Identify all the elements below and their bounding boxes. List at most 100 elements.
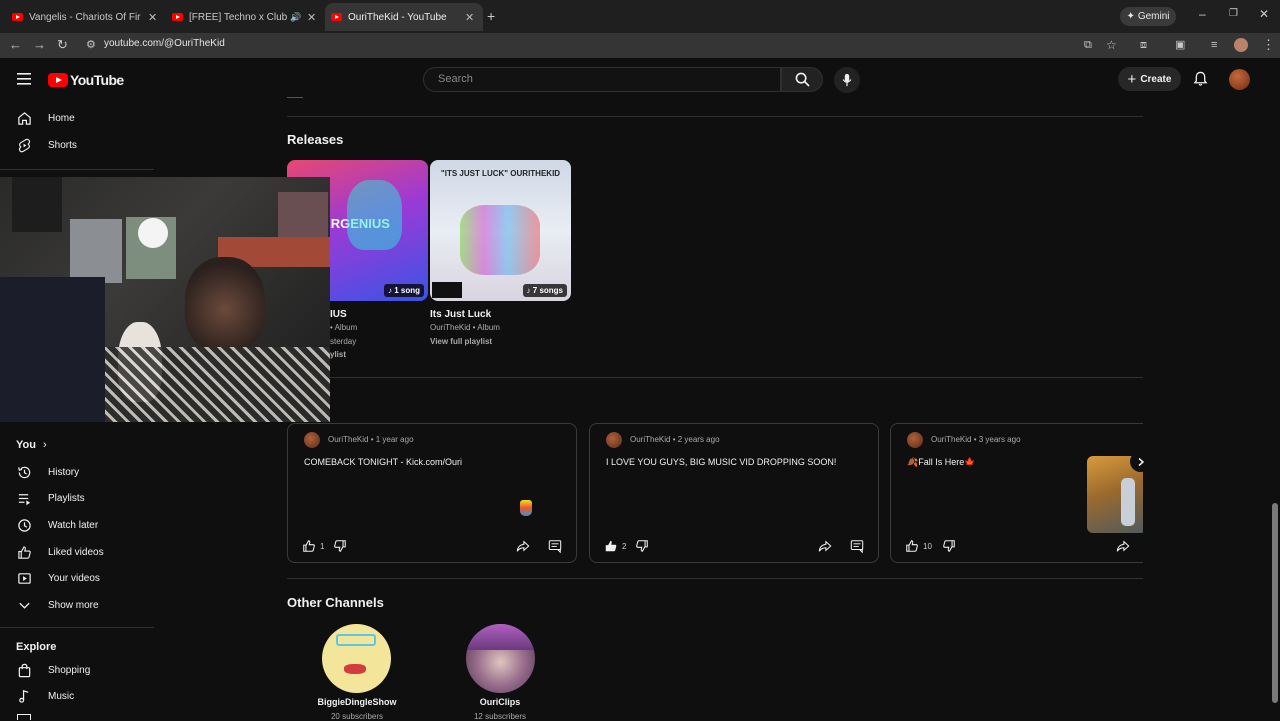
channel-avatar[interactable] [322,624,391,693]
sidebar-item-show-more[interactable]: Show more [0,592,154,618]
minimize-icon[interactable]: – [1199,7,1206,21]
notifications-bell-icon[interactable] [1193,71,1208,87]
sidebar-item-history[interactable]: History [0,459,154,485]
post-age[interactable]: 1 year ago [376,435,414,444]
dislike-button[interactable] [942,539,956,553]
sidebar-item-label: Playlists [48,492,85,504]
profile-avatar[interactable] [1234,38,1248,52]
post-author[interactable]: OuriTheKid [328,435,368,444]
post-text: I LOVE YOU GUYS, BIG MUSIC VID DROPPING … [606,457,837,467]
bookmark-star-icon[interactable]: ☆ [1106,37,1117,53]
close-tab-icon[interactable]: ✕ [307,11,316,24]
sidebar-item-your-videos[interactable]: Your videos [0,565,154,591]
tab-ourithekid[interactable]: OuriTheKid - YouTube ✕ [325,3,483,31]
forward-icon[interactable]: → [33,37,46,53]
hamburger-menu-icon[interactable] [17,73,31,85]
extensions-icon[interactable]: ⧈ [1140,37,1147,53]
search-input[interactable]: Search [423,67,781,92]
reload-icon[interactable]: ↻ [57,37,68,53]
maximize-icon[interactable]: ❐ [1229,8,1238,19]
tab-techno[interactable]: [FREE] Techno x Club x EDM 🔊 ✕ [172,5,322,29]
share-button[interactable] [818,539,832,553]
sidebar-item-label: History [48,466,80,478]
sidebar-item-playlists[interactable]: Playlists [0,485,154,511]
next-posts-button[interactable] [1130,451,1151,472]
close-tab-icon[interactable]: ✕ [465,11,474,24]
channel-avatar-mouth [344,664,366,674]
comment-button[interactable] [548,539,562,553]
share-icon [516,540,530,552]
address-bar[interactable]: youtube.com/@OuriTheKid [104,38,225,49]
sidebar-item-home[interactable]: Home [0,105,154,131]
shorts-icon [0,138,48,153]
author-avatar[interactable] [304,432,320,448]
webcam-poster [70,219,122,283]
close-tab-icon[interactable]: ✕ [148,11,157,24]
you-section-heading[interactable]: You › [16,439,47,451]
site-info-icon[interactable]: ⚙ [86,37,96,53]
sidebar-item-liked-videos[interactable]: Liked videos [0,539,154,565]
release-title[interactable]: Its Just Luck [430,309,491,320]
comment-button[interactable] [850,539,864,553]
gemini-button[interactable]: ✦ Gemini [1120,7,1176,26]
view-playlist-link[interactable]: View full playlist [430,337,492,346]
post-author[interactable]: OuriTheKid [630,435,670,444]
post-age[interactable]: 2 years ago [678,435,720,444]
sidebar-divider [0,627,154,628]
dislike-button[interactable] [635,539,649,553]
close-window-icon[interactable]: ✕ [1259,7,1269,21]
speaker-icon[interactable]: 🔊 [290,12,301,23]
account-avatar[interactable] [1229,69,1250,90]
community-post[interactable]: OuriTheKid • 2 years ago I LOVE YOU GUYS… [589,423,879,563]
sidebar-item-music[interactable]: Music [0,683,154,709]
dislike-button[interactable] [333,539,347,553]
page-scrollbar-thumb[interactable] [1272,503,1278,703]
releases-heading[interactable]: Releases [287,132,343,147]
other-channels-heading: Other Channels [287,595,384,610]
thumb-up-icon [0,545,48,560]
community-post[interactable]: OuriTheKid • 1 year ago COMEBACK TONIGHT… [287,423,577,563]
release-thumbnail[interactable]: "ITS JUST LUCK" OURITHEKID ♪ 7 songs [430,160,571,301]
post-age[interactable]: 3 years ago [979,435,1021,444]
install-app-icon[interactable]: ⧉ [1084,37,1092,53]
search-button[interactable] [781,67,823,92]
page-scrollbar-track[interactable] [1270,58,1280,720]
sidebar-item-shopping[interactable]: Shopping [0,657,154,683]
channel-avatar[interactable] [466,624,535,693]
tab-title: OuriTheKid - YouTube [348,11,447,23]
back-icon[interactable]: ← [9,37,22,53]
post-author[interactable]: OuriTheKid [931,435,971,444]
like-button[interactable]: 2 [604,539,626,553]
like-button[interactable]: 1 [302,539,324,553]
voice-search-button[interactable] [834,67,860,93]
song-count-badge: ♪ 7 songs [522,284,567,297]
badge-label: 7 songs [532,286,563,295]
view-playlist-link[interactable]: ylist [330,350,346,359]
sidebar-item-label: Watch later [48,519,99,531]
badge-label: 1 song [394,286,420,295]
new-tab-icon[interactable]: + [487,8,495,24]
tab-vangelis[interactable]: Vangelis - Chariots Of Fire - You ✕ [12,5,162,29]
sidebar-item-shorts[interactable]: Shorts [0,132,154,158]
channel-name[interactable]: BiggieDingleShow [297,697,417,707]
community-post[interactable]: OuriTheKid • 3 years ago 🍂Fall Is Here🍁 … [890,423,1143,563]
author-avatar[interactable] [606,432,622,448]
share-button[interactable] [516,539,530,553]
release-title[interactable]: IUS [330,309,347,320]
author-avatar[interactable] [907,432,923,448]
channel-name[interactable]: OuriClips [440,697,560,707]
release-meta: • Album [330,323,358,332]
share-button[interactable] [1116,539,1130,553]
thumb-up-icon [303,540,315,552]
release-meta: OuriTheKid • Album [430,323,500,332]
history-icon [0,465,48,480]
like-button[interactable]: 10 [905,539,932,553]
create-button[interactable]: + Create [1118,67,1181,91]
bag-icon [0,663,48,678]
section-divider [287,116,1143,117]
media-control-icon[interactable]: ≡ [1211,37,1217,53]
kebab-menu-icon[interactable]: ⋮ [1262,37,1275,53]
youtube-logo[interactable]: YouTube [48,72,124,88]
sidebar-item-watch-later[interactable]: Watch later [0,512,154,538]
sidepanel-icon[interactable]: ▣ [1175,37,1185,53]
